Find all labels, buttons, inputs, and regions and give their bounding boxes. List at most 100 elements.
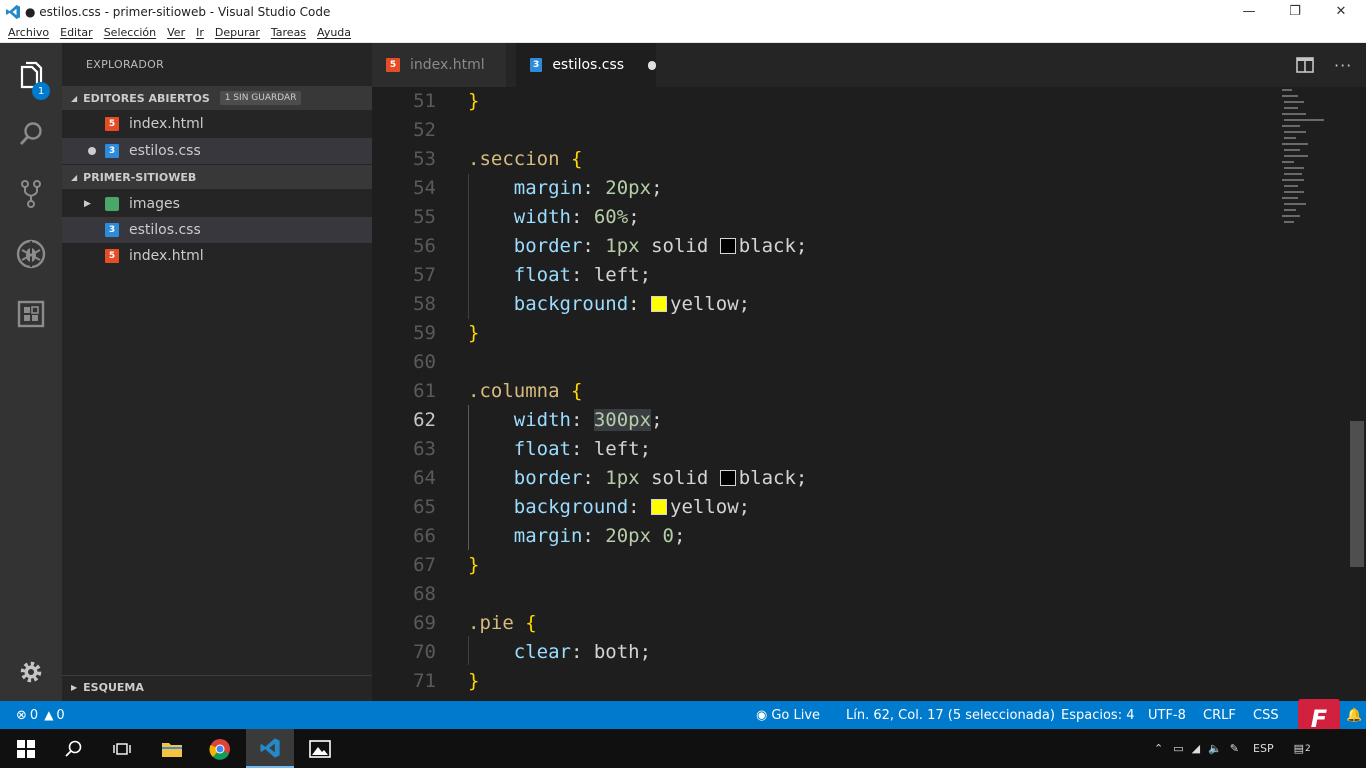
tab-index-html[interactable]: 5 index.html — [372, 43, 506, 87]
color-swatch-yellow[interactable] — [651, 499, 668, 515]
menu-ir[interactable]: Ir — [196, 26, 204, 39]
code-line[interactable]: 65 background: yellow; — [372, 493, 1272, 522]
tab-estilos-css[interactable]: 3 estilos.css — [516, 43, 656, 87]
problems-indicator[interactable]: ⊗ 0 ▲ 0 — [16, 701, 65, 729]
code-line[interactable]: 67} — [372, 551, 1272, 580]
open-editor-item[interactable]: 3 estilos.css — [62, 138, 372, 164]
code-line[interactable]: 71} — [372, 667, 1272, 696]
menu-seleccion[interactable]: Selección — [104, 26, 156, 39]
open-editor-item[interactable]: 5 index.html — [62, 111, 372, 137]
color-swatch-black[interactable] — [719, 470, 736, 486]
taskbar-search-button[interactable] — [50, 729, 98, 768]
minimap[interactable] — [1280, 87, 1340, 237]
pen-icon[interactable]: ✎ — [1230, 742, 1239, 755]
language-mode[interactable]: CSS — [1253, 701, 1279, 729]
project-header[interactable]: ◢ PRIMER-SITIOWEB — [62, 165, 372, 189]
code-line[interactable]: 55 width: 60%; — [372, 203, 1272, 232]
tree-item-index[interactable]: 5 index.html — [62, 243, 372, 269]
chevron-up-icon[interactable]: ⌃ — [1154, 742, 1163, 755]
indentation-setting[interactable]: Espacios: 4 — [1061, 701, 1134, 729]
tree-item-images[interactable]: ▶ images — [62, 191, 372, 217]
code-line[interactable]: 63 float: left; — [372, 435, 1272, 464]
vscode-taskbar[interactable] — [246, 729, 294, 768]
notifications-bell-icon[interactable]: 🔔 — [1346, 701, 1362, 729]
code-line[interactable]: 60 — [372, 348, 1272, 377]
search-activity[interactable] — [0, 109, 62, 159]
task-view-icon — [113, 742, 131, 755]
code-line[interactable]: 70 clear: both; — [372, 638, 1272, 667]
code-line[interactable]: 66 margin: 20px 0; — [372, 522, 1272, 551]
code-line[interactable]: 54 margin: 20px; — [372, 174, 1272, 203]
color-swatch-yellow[interactable] — [651, 296, 668, 312]
tree-item-estilos[interactable]: 3 estilos.css — [62, 217, 372, 243]
debug-icon — [16, 239, 46, 269]
network-icon[interactable]: ◢ — [1192, 742, 1200, 755]
chevron-down-icon: ◢ — [71, 93, 78, 103]
text-selection[interactable]: 300px — [593, 409, 652, 431]
code-line[interactable]: 56 border: 1px solid black; — [372, 232, 1272, 261]
task-view-button[interactable] — [98, 729, 146, 768]
menu-ayuda[interactable]: Ayuda — [317, 26, 351, 39]
go-live-button[interactable]: ◉ Go Live — [756, 701, 820, 729]
vscode-logo-icon — [260, 737, 280, 758]
battery-icon[interactable]: ▭ — [1173, 742, 1183, 755]
unsaved-dot-icon[interactable] — [648, 60, 656, 70]
windows-logo-icon — [17, 739, 35, 758]
system-tray: ⌃ ▭ ◢ 🔈 ✎ ESP ▤ 2 — [1154, 729, 1311, 768]
gear-icon — [20, 661, 42, 683]
code-line[interactable]: 53 .seccion { — [372, 145, 1272, 174]
code-line[interactable]: 59} — [372, 319, 1272, 348]
eol-setting[interactable]: CRLF — [1203, 701, 1236, 729]
menu-archivo[interactable]: Archivo — [8, 26, 49, 39]
code-line[interactable]: 64 border: 1px solid black; — [372, 464, 1272, 493]
minimize-button[interactable]: — — [1226, 0, 1272, 23]
code-line[interactable]: 51} — [372, 87, 1272, 116]
settings-activity[interactable] — [0, 647, 62, 697]
menu-ver[interactable]: Ver — [167, 26, 185, 39]
chevron-down-icon: ◢ — [71, 172, 78, 182]
code-line[interactable]: 69 .pie { — [372, 609, 1272, 638]
split-editor-icon — [1296, 57, 1314, 73]
explorer-sidebar: EXPLORADOR ◢ EDITORES ABIERTOS 1 SIN GUA… — [62, 43, 372, 701]
code-editor[interactable]: 51} 52 53 .seccion { 54 margin: 20px; 55 … — [372, 87, 1366, 701]
window-title: ● estilos.css - primer-sitioweb - Visual… — [25, 4, 331, 19]
menu-tareas[interactable]: Tareas — [271, 26, 306, 39]
color-swatch-black[interactable] — [719, 238, 736, 254]
explorer-activity[interactable]: 1 — [0, 51, 62, 101]
start-button[interactable] — [2, 729, 50, 768]
debug-activity[interactable] — [0, 229, 62, 279]
sidebar-title: EXPLORADOR — [86, 58, 165, 71]
more-actions-button[interactable]: ··· — [1334, 43, 1352, 87]
menu-editar[interactable]: Editar — [60, 26, 93, 39]
encoding-setting[interactable]: UTF-8 — [1148, 701, 1186, 729]
menu-depurar[interactable]: Depurar — [215, 26, 260, 39]
code-line-current[interactable]: 62 width: 300px; — [372, 406, 1272, 435]
extensions-activity[interactable] — [0, 289, 62, 339]
chevron-right-icon: ▶ — [84, 199, 91, 209]
source-control-activity[interactable] — [0, 169, 62, 219]
cursor-position[interactable]: Lín. 62, Col. 17 (5 seleccionada) — [846, 701, 1055, 729]
action-center-icon[interactable]: ▤ — [1294, 742, 1304, 755]
code-line[interactable]: 61 .columna { — [372, 377, 1272, 406]
notification-count: 2 — [1305, 743, 1311, 754]
language-indicator[interactable]: ESP — [1253, 742, 1274, 755]
file-explorer-taskbar[interactable] — [148, 729, 196, 768]
volume-icon[interactable]: 🔈 — [1208, 742, 1222, 755]
unsaved-dot-icon[interactable] — [88, 147, 96, 155]
status-bar: ⊗ 0 ▲ 0 ◉ Go Live Lín. 62, Col. 17 (5 se… — [0, 699, 1366, 739]
activity-bar: 1 — [0, 43, 62, 701]
close-button[interactable]: ✕ — [1318, 0, 1364, 23]
code-line[interactable]: 58 background: yellow; — [372, 290, 1272, 319]
code-line[interactable]: 52 — [372, 116, 1272, 145]
split-editor-button[interactable] — [1296, 43, 1314, 87]
css-file-icon: 3 — [530, 58, 543, 72]
code-line[interactable]: 57 float: left; — [372, 261, 1272, 290]
photos-taskbar[interactable] — [296, 729, 344, 768]
open-editors-header[interactable]: ◢ EDITORES ABIERTOS 1 SIN GUARDAR — [62, 86, 372, 110]
maximize-button[interactable]: ❐ — [1272, 0, 1318, 23]
outline-header[interactable]: ▶ ESQUEMA — [62, 675, 372, 699]
code-line[interactable]: 68 — [372, 580, 1272, 609]
chrome-taskbar[interactable] — [196, 729, 244, 768]
vertical-scrollbar[interactable] — [1350, 421, 1364, 567]
error-icon: ⊗ — [16, 707, 27, 723]
